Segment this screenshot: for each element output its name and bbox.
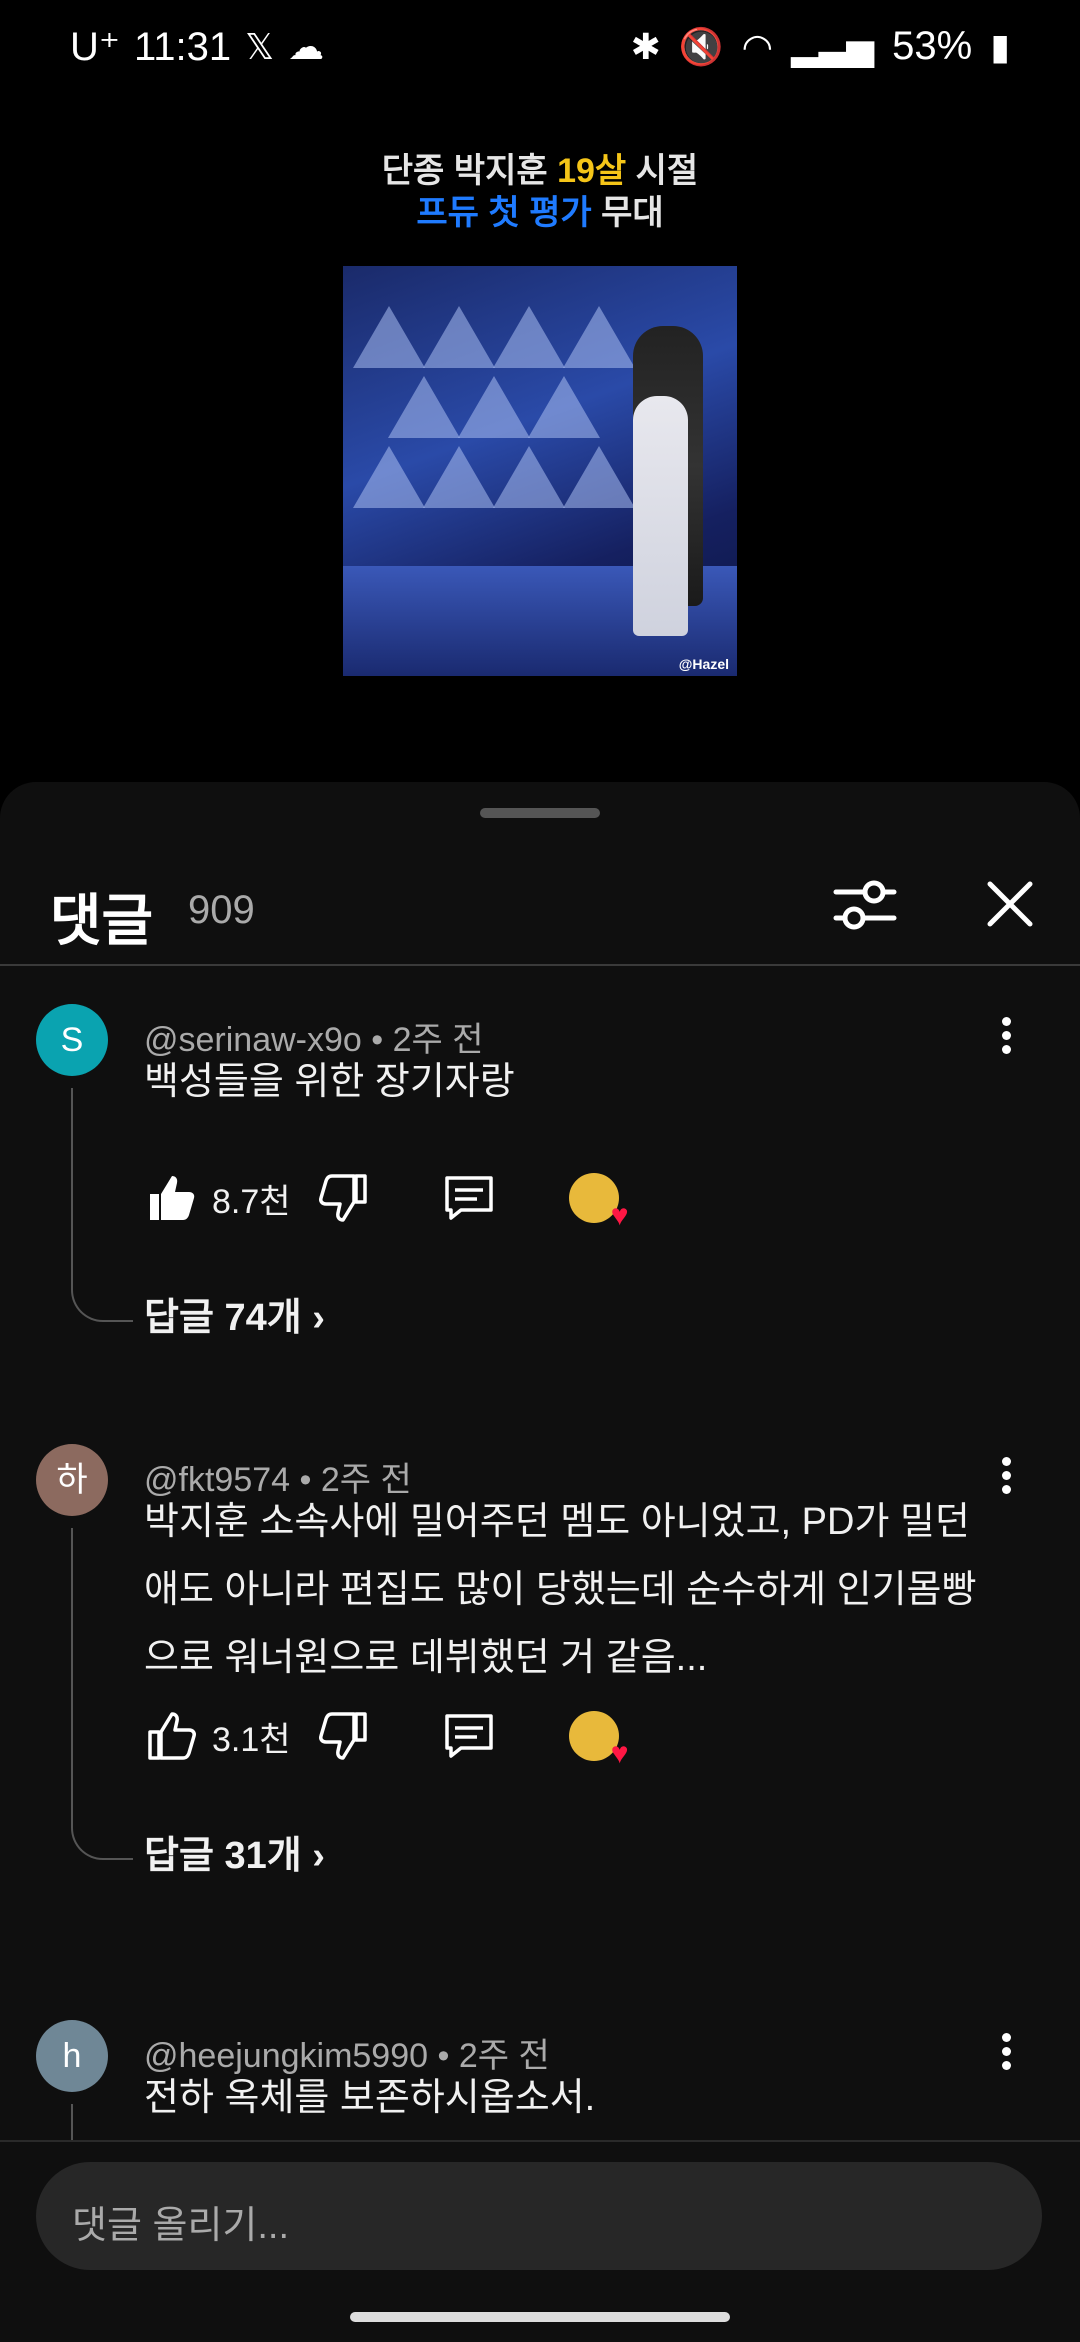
caption-line1-highlight: 19살 [557, 152, 627, 190]
comments-title: 댓글 [50, 889, 154, 952]
thread-line [71, 1528, 73, 1818]
dislike-icon[interactable] [315, 1170, 371, 1226]
x-app-icon: 𝕏 [245, 26, 275, 67]
reply-icon[interactable] [441, 1708, 497, 1764]
like-icon-filled[interactable] [144, 1170, 200, 1226]
view-replies-button[interactable]: 답글 31개 › [144, 1824, 325, 1879]
avatar[interactable]: S [36, 1004, 108, 1076]
clock: 11:31 [134, 24, 232, 69]
filter-icon[interactable] [830, 870, 900, 940]
battery-percent: 53% [892, 24, 973, 68]
comment-input[interactable]: 댓글 올리기... [36, 2162, 1042, 2270]
drag-handle[interactable] [480, 808, 600, 818]
thread-line [71, 2104, 73, 2144]
reply-icon[interactable] [441, 1170, 497, 1226]
comment-text: 박지훈 소속사에 밀어주던 멤도 아니었고, PD가 밀던 애도 아니라 편집도… [144, 1501, 977, 1679]
thread-curve [71, 1818, 133, 1860]
mute-icon: 🔇 [678, 25, 724, 67]
comment-input-placeholder: 댓글 올리기... [72, 2205, 290, 2247]
caption-line2-a: 프듀 첫 평가 [416, 194, 592, 232]
thread-line [71, 1088, 73, 1280]
caption-line1-a: 단종 박지훈 [381, 152, 558, 190]
avatar[interactable]: 하 [36, 1444, 108, 1516]
home-gesture-bar[interactable] [350, 2312, 730, 2322]
performer-light [633, 396, 688, 636]
bluetooth-icon: ✱ [630, 25, 661, 67]
caption-line2-b: 무대 [591, 194, 664, 232]
like-count: 3.1천 [212, 1720, 291, 1759]
creator-heart-icon: ♥ [568, 1711, 629, 1770]
like-count: 8.7천 [212, 1182, 291, 1221]
video-caption: 단종 박지훈 19살 시절 프듀 첫 평가 무대 [0, 150, 1080, 234]
dislike-icon[interactable] [315, 1708, 371, 1764]
view-replies-button[interactable]: 답글 74개 › [144, 1286, 325, 1341]
cloud-app-icon: ☁ [288, 26, 325, 67]
video-watermark: @Hazel [678, 656, 729, 672]
comment-text: 전하 옥체를 보존하시옵소서. [144, 2077, 596, 2119]
comments-sheet: 댓글 909 S @serinaw-x9o • 2주 전 백성들을 위한 장기자… [0, 782, 1080, 2340]
creator-heart-icon: ♥ [568, 1173, 629, 1232]
carrier-label: U⁺ [70, 25, 120, 69]
close-icon[interactable] [980, 874, 1040, 934]
video-player[interactable]: @Hazel [343, 266, 737, 676]
thread-curve [71, 1280, 133, 1322]
wifi-icon: ◠ [741, 25, 774, 67]
comment-input-bar: 댓글 올리기... [0, 2140, 1080, 2342]
caption-line1-b: 시절 [626, 152, 699, 190]
like-icon[interactable] [144, 1708, 200, 1764]
comment-actions: 8.7천 ♥ [144, 1168, 629, 1232]
battery-icon: ▮ [990, 25, 1010, 67]
comment-actions: 3.1천 ♥ [144, 1706, 629, 1770]
comments-header: 댓글 909 [0, 842, 1080, 962]
signal-icon: ▂▃▅ [791, 25, 875, 67]
comment-text: 백성들을 위한 장기자랑 [144, 1061, 515, 1103]
header-divider [0, 964, 1080, 966]
avatar[interactable]: h [36, 2020, 108, 2092]
status-bar: U⁺ 11:31 𝕏 ☁ ✱ 🔇 ◠ ▂▃▅ 53% ▮ [0, 0, 1080, 100]
comments-count: 909 [188, 888, 255, 932]
